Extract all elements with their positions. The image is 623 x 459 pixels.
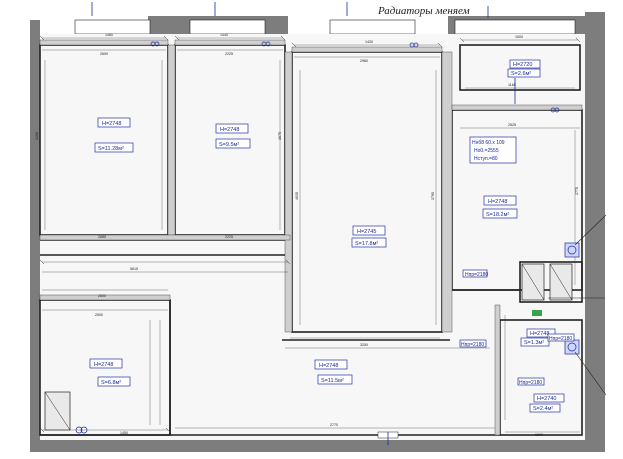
room-height-label: H=2740 bbox=[537, 396, 556, 402]
dim-label: 2225 bbox=[225, 235, 233, 239]
dim-label: 2500 bbox=[95, 313, 103, 317]
dim-label: 2600 bbox=[98, 294, 106, 298]
room-area-label: S=2.4м² bbox=[533, 406, 553, 412]
dim-label: 2960 bbox=[360, 59, 368, 63]
room-height-label: H=2748 bbox=[94, 362, 113, 368]
window-note-line: Hо0.=2555 bbox=[474, 148, 499, 154]
dim-label: 3795 bbox=[431, 192, 435, 200]
window-note-line: Hступ.=80 bbox=[474, 156, 498, 162]
room-area-label: S=1.3м² bbox=[524, 340, 544, 346]
dim-label: 2770 bbox=[330, 423, 338, 427]
room-height-label: H=2748 bbox=[488, 199, 507, 205]
outer-wall-right bbox=[585, 12, 605, 452]
dim-label: 1460 bbox=[105, 33, 113, 37]
floor-plan: Радиаторы меняем H=2748 S=11.28м² H=2748… bbox=[0, 0, 623, 459]
room-area-label: S=11.28м² bbox=[98, 146, 124, 152]
room-area-label: S=6.8м² bbox=[101, 380, 121, 386]
pipe-height-note: Hпр=2180 bbox=[519, 380, 542, 386]
dim-label: 4190 bbox=[35, 132, 39, 140]
dim-label: 2690 bbox=[100, 52, 108, 56]
room-height-label: H=2748 bbox=[102, 121, 121, 127]
dim-label: 3250 bbox=[360, 343, 368, 347]
dim-label: 5615 bbox=[130, 267, 138, 271]
dim-label: 3675 bbox=[278, 132, 282, 140]
room-height-label: H=2720 bbox=[513, 62, 532, 68]
room-height-label: H=2745 bbox=[357, 229, 376, 235]
room-height-label: H=2748 bbox=[319, 363, 338, 369]
dim-label: 1440 bbox=[220, 33, 228, 37]
room-height-label: H=2748 bbox=[220, 127, 239, 133]
room-area-label: S=18.2м² bbox=[486, 212, 509, 218]
dim-label: 1500 bbox=[535, 433, 543, 437]
plan-title: Радиаторы меняем bbox=[377, 5, 470, 17]
dim-label: 2225 bbox=[225, 52, 233, 56]
outer-wall-bottom bbox=[30, 440, 605, 452]
dim-label: 1165 bbox=[508, 83, 516, 87]
pipe-height-note: Hпр=2180 bbox=[465, 272, 488, 278]
dim-label: 2685 bbox=[98, 235, 106, 239]
room-area-label: S=2.6м² bbox=[511, 71, 531, 77]
window-note-line: Hнб8 60.х 109 bbox=[472, 140, 505, 146]
dim-label: 4635 bbox=[295, 192, 299, 200]
outer-wall-top-left bbox=[30, 20, 40, 450]
room-area-label: S=11.5м² bbox=[321, 378, 344, 384]
room-area-label: S=9.5м² bbox=[219, 142, 239, 148]
window-strip-1 bbox=[74, 19, 151, 35]
pipe-height-note: Hпр=2180 bbox=[461, 342, 484, 348]
window-strip-2 bbox=[189, 19, 266, 35]
dim-label: 1500 bbox=[515, 35, 523, 39]
dim-label: 1430 bbox=[365, 40, 373, 44]
room-area-label: S=17.8м² bbox=[355, 241, 378, 247]
dim-label: 2525 bbox=[508, 123, 516, 127]
room-height-label: H=2748 bbox=[530, 331, 549, 337]
dim-label: 2775 bbox=[575, 187, 579, 195]
window-strip-4 bbox=[454, 19, 576, 35]
window-strip-3 bbox=[329, 19, 416, 35]
pipe-height-note: Hпр=2180 bbox=[549, 336, 572, 342]
dim-label: 1450 bbox=[120, 431, 128, 435]
